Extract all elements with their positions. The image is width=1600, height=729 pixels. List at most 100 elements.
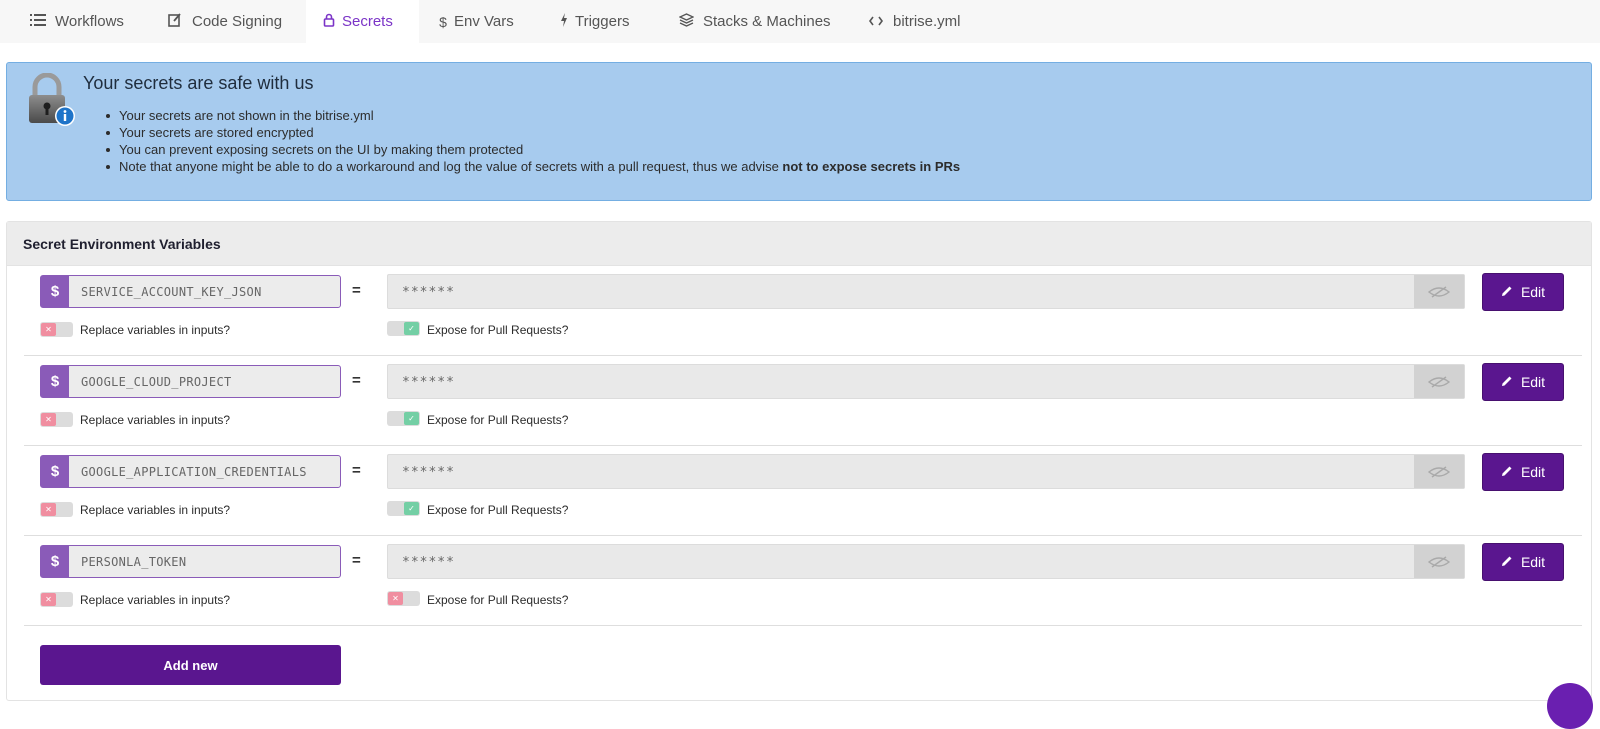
code-icon [867,14,885,30]
note-text: Note that anyone might be able to do a w… [119,159,783,174]
bolt-icon [559,13,569,30]
secret-env-vars-panel: Secret Environment Variables $ SERVICE_A… [6,221,1592,701]
replace-variables-label: Replace variables in inputs? [80,593,231,607]
equals-sign: = [352,282,361,299]
check-icon: ✓ [404,502,419,515]
check-icon: ✓ [404,322,419,335]
x-icon: ✕ [41,593,56,606]
expose-pr-toggle[interactable]: ✓ [387,411,420,426]
tab-label: bitrise.yml [893,13,961,30]
secret-value-masked: ****** [402,555,455,570]
x-icon: ✕ [388,592,403,605]
secret-key-field[interactable]: $ SERVICE_ACCOUNT_KEY_JSON [40,275,341,308]
expose-pr-label: Expose for Pull Requests? [427,323,569,337]
replace-variables-label: Replace variables in inputs? [80,413,231,427]
secret-row: $ PERSONLA_TOKEN = ****** Edit ✕ Replace… [24,536,1582,626]
info-title: Your secrets are safe with us [83,73,314,93]
secret-key-name: GOOGLE_CLOUD_PROJECT [81,374,232,389]
secret-key-field[interactable]: $ PERSONLA_TOKEN [40,545,341,578]
tab-env-vars[interactable]: $ Env Vars [438,0,514,43]
replace-variables-toggle[interactable]: ✕ [40,502,73,517]
tab-triggers[interactable]: Triggers [559,0,629,43]
x-icon: ✕ [41,323,56,336]
lock-icon [320,13,338,30]
secret-value-field[interactable]: ****** [387,364,1465,399]
tab-label: Workflows [55,13,124,30]
eye-slash-icon[interactable] [1414,275,1464,308]
expose-pr-toggle[interactable]: ✕ [387,591,420,606]
secret-value-field[interactable]: ****** [387,274,1465,309]
eye-slash-icon[interactable] [1414,545,1464,578]
secret-key-name: GOOGLE_APPLICATION_CREDENTIALS [81,464,307,479]
replace-variables-label: Replace variables in inputs? [80,503,231,517]
tab-label: Stacks & Machines [703,13,831,30]
expose-pr-toggle[interactable]: ✓ [387,321,420,336]
check-icon: ✓ [404,412,419,425]
note-bold: not to expose secrets in PRs [782,159,961,174]
dollar-icon: $ [41,456,69,487]
replace-variables-toggle[interactable]: ✕ [40,322,73,337]
add-new-button[interactable]: Add new [40,645,341,685]
secret-row: $ GOOGLE_CLOUD_PROJECT = ****** Edit ✕ R… [24,356,1582,446]
eye-slash-icon[interactable] [1414,365,1464,398]
secret-row: $ GOOGLE_APPLICATION_CREDENTIALS = *****… [24,446,1582,536]
tab-workflows[interactable]: Workflows [29,0,124,43]
secret-key-field[interactable]: $ GOOGLE_APPLICATION_CREDENTIALS [40,455,341,488]
x-icon: ✕ [41,503,56,516]
pencil-icon [1501,284,1513,300]
dollar-icon: $ [41,366,69,397]
edit-button[interactable]: Edit [1482,453,1564,491]
secret-key-name: PERSONLA_TOKEN [81,554,187,569]
edit-icon [166,13,184,30]
list-icon [29,13,47,30]
pencil-icon [1501,464,1513,480]
tab-bitrise-yml[interactable]: bitrise.yml [867,0,961,43]
info-item: You can prevent exposing secrets on the … [105,141,960,158]
panel-title: Secret Environment Variables [7,222,1591,266]
equals-sign: = [352,462,361,479]
info-list: Your secrets are not shown in the bitris… [105,107,961,175]
secret-key-name: SERVICE_ACCOUNT_KEY_JSON [81,284,262,299]
info-item: Your secrets are stored encrypted [105,124,960,141]
expose-pr-label: Expose for Pull Requests? [427,413,569,427]
edit-button[interactable]: Edit [1482,273,1564,311]
edit-button[interactable]: Edit [1482,363,1564,401]
padlock-info-icon [25,72,77,129]
secret-row: $ SERVICE_ACCOUNT_KEY_JSON = ****** Edit… [24,266,1582,356]
replace-variables-toggle[interactable]: ✕ [40,412,73,427]
chat-bubble-button[interactable] [1547,683,1593,729]
secret-value-field[interactable]: ****** [387,544,1465,579]
tab-code-signing[interactable]: Code Signing [166,0,282,43]
edit-label: Edit [1520,374,1546,390]
eye-slash-icon[interactable] [1414,455,1464,488]
secret-value-masked: ****** [402,285,455,300]
secrets-info-box: Your secrets are safe with us Your secre… [6,62,1592,201]
tab-secrets[interactable]: Secrets [306,0,419,43]
secret-value-field[interactable]: ****** [387,454,1465,489]
expose-pr-toggle[interactable]: ✓ [387,501,420,516]
x-icon: ✕ [41,413,56,426]
pencil-icon [1501,554,1513,570]
pencil-icon [1501,374,1513,390]
expose-pr-label: Expose for Pull Requests? [427,503,569,517]
secret-key-field[interactable]: $ GOOGLE_CLOUD_PROJECT [40,365,341,398]
dollar-icon: $ [41,276,69,307]
edit-button[interactable]: Edit [1482,543,1564,581]
tab-label: Secrets [342,13,393,30]
equals-sign: = [352,552,361,569]
tab-stacks-machines[interactable]: Stacks & Machines [677,0,831,43]
equals-sign: = [352,372,361,389]
tab-label: Code Signing [192,13,283,30]
info-item-note: Note that anyone might be able to do a w… [105,158,961,175]
replace-variables-label: Replace variables in inputs? [80,323,231,337]
info-item: Your secrets are not shown in the bitris… [105,107,960,124]
tab-label: Triggers [575,13,630,30]
edit-label: Edit [1520,464,1546,480]
expose-pr-label: Expose for Pull Requests? [427,593,569,607]
layers-icon [677,13,695,30]
dollar-icon: $ [439,13,447,30]
replace-variables-toggle[interactable]: ✕ [40,592,73,607]
tab-bar: Workflows Code Signing Secrets $ Env Var… [0,0,1600,43]
edit-label: Edit [1520,554,1546,570]
dollar-icon: $ [41,546,69,577]
